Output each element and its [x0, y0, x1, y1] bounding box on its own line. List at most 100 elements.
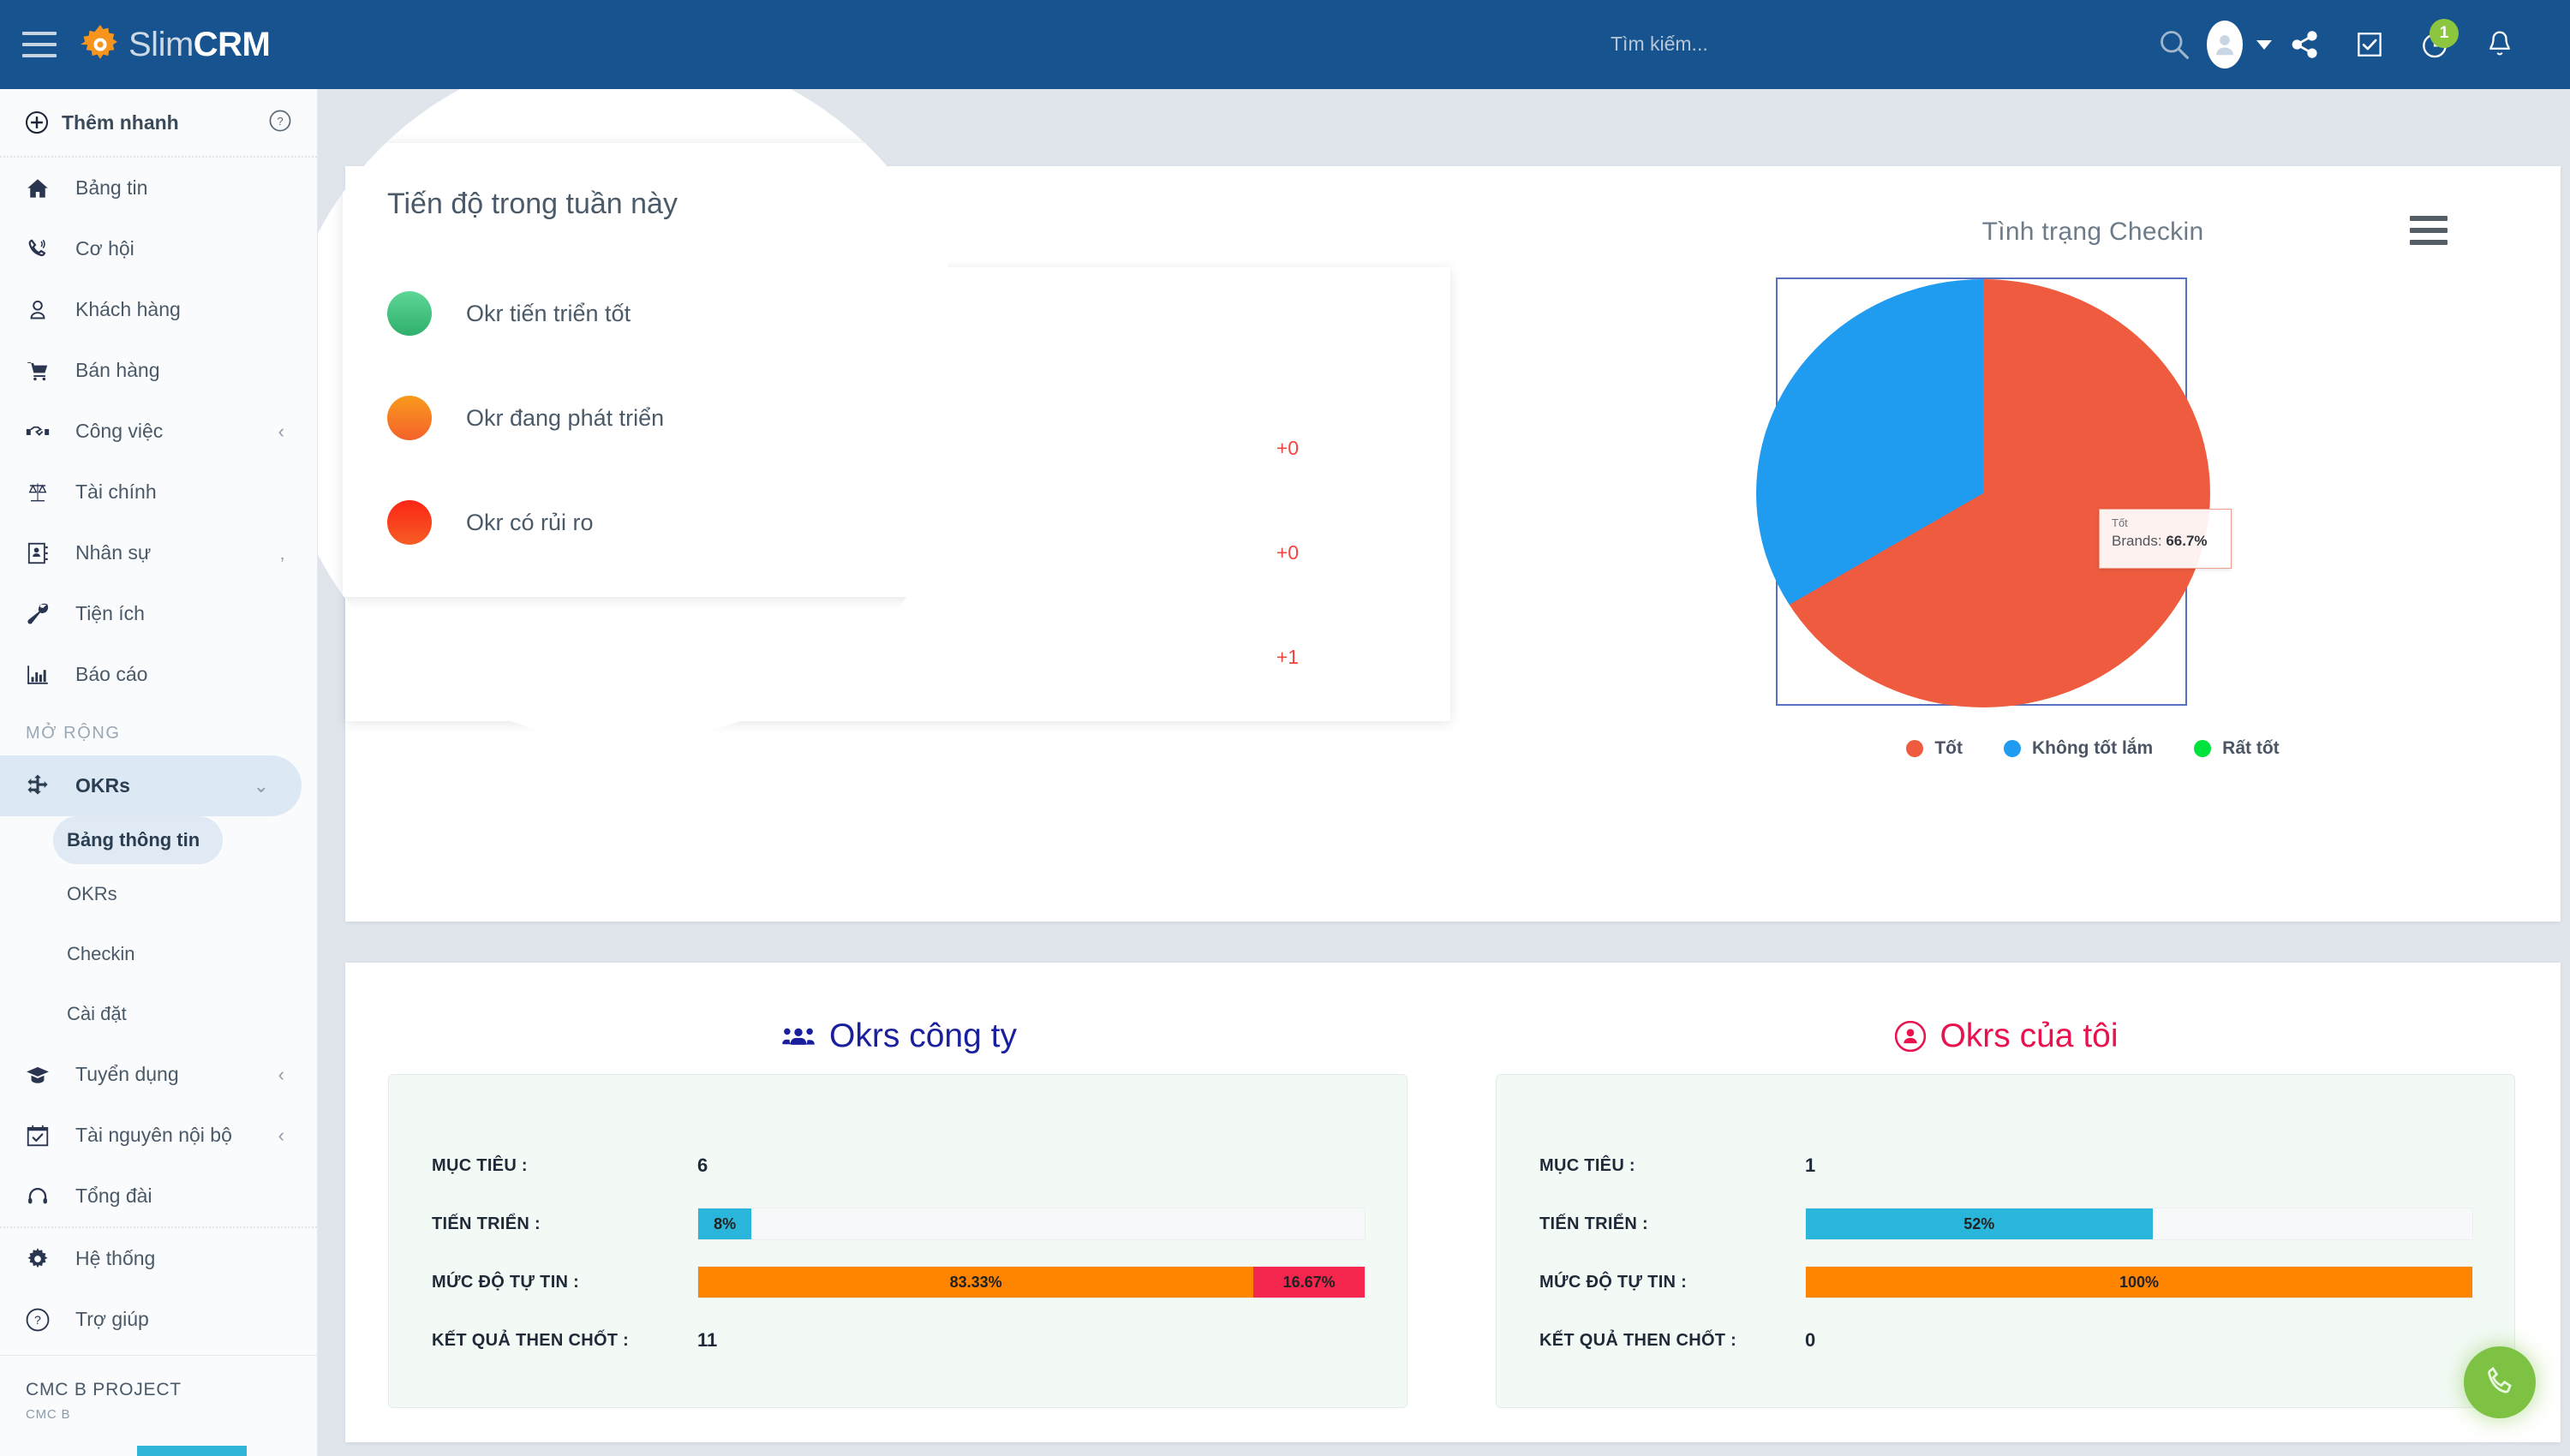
svg-text:?: ? — [34, 1314, 41, 1328]
timer-icon[interactable]: 1 — [2402, 0, 2467, 89]
sidebar-item-label: Tuyển dụng — [75, 1063, 179, 1086]
sidebar-subitem-cài-đặt[interactable]: Cài đặt — [0, 984, 317, 1044]
brand-text-bold: CRM — [194, 26, 271, 63]
sidebar-item-tuyển-dụng[interactable]: Tuyển dụng ‹ — [0, 1044, 317, 1105]
menu-toggle-icon[interactable] — [22, 32, 57, 57]
pie-chart[interactable] — [1756, 279, 2210, 707]
sidebar-item-okrs-label: OKRs — [75, 774, 130, 797]
wrench-icon — [26, 602, 63, 626]
legend-item[interactable]: Rất tốt — [2194, 738, 2280, 759]
okrs-company-header: Okrs công ty — [345, 963, 1453, 1055]
search-placeholder: Tìm kiếm... — [1611, 33, 1708, 55]
phone-volume-icon — [26, 237, 63, 261]
sidebar-item-tài-chính[interactable]: Tài chính — [0, 462, 317, 522]
legend-item[interactable]: Tốt — [1906, 738, 1963, 759]
checkin-status-chart-card: Tình trạng Checkin Tốt Brands: 66.7% Tốt… — [1656, 183, 2530, 894]
sidebar-item-khách-hàng[interactable]: Khách hàng — [0, 279, 317, 340]
sidebar-item-tổng-đài[interactable]: Tổng đài — [0, 1166, 317, 1226]
sidebar-item-bán-hàng[interactable]: Bán hàng — [0, 340, 317, 401]
okr-metric-row: MỤC TIÊU :6 — [389, 1137, 1407, 1195]
notification-badge: 1 — [2430, 19, 2459, 48]
search-input[interactable]: Tìm kiếm... — [1611, 33, 1708, 56]
bottom-progress-bar — [137, 1446, 247, 1456]
okr-metric-row: TIẾN TRIỂN :52% — [1497, 1195, 2514, 1253]
okr-progress-segment: 52% — [1806, 1208, 2153, 1239]
share-icon[interactable] — [2272, 0, 2337, 89]
task-checkbox-icon[interactable] — [2337, 0, 2402, 89]
sidebar-subitem-label: OKRs — [67, 883, 117, 905]
floating-call-button[interactable] — [2464, 1346, 2536, 1418]
sidebar-item-label: Bảng tin — [75, 176, 147, 200]
okr-progress-bar: 8% — [697, 1208, 1366, 1240]
top-bar: SlimCRM Tìm kiếm... — [0, 0, 2570, 89]
sidebar-subitem-checkin[interactable]: Checkin — [0, 924, 317, 984]
progress-row-delta: +0 — [1133, 500, 1442, 605]
graduation-cap-icon — [26, 1063, 63, 1087]
search-icon[interactable] — [2142, 0, 2207, 89]
tooltip-percent: 66.7% — [2166, 533, 2207, 549]
legend-label: Tốt — [1934, 738, 1963, 759]
okr-metric-value: 1 — [1805, 1155, 1815, 1177]
user-icon — [26, 298, 63, 322]
tooltip-series: Tốt — [2112, 516, 2220, 529]
okr-metric-key: MỨC ĐỘ TỰ TIN : — [1539, 1273, 1805, 1292]
sidebar-subitem-bảng-thông-tin[interactable]: Bảng thông tin — [53, 816, 223, 864]
sidebar-footer: CMC B PROJECT CMC B — [0, 1355, 317, 1456]
okrs-company-rows: MỤC TIÊU :6TIẾN TRIỂN :8%MỨC ĐỘ TỰ TIN :… — [389, 1075, 1407, 1369]
sidebar-item-tài-nguyên-nội-bộ[interactable]: Tài nguyên nội bộ‹ — [0, 1105, 317, 1166]
okr-metric-row: MỨC ĐỘ TỰ TIN :83.33%16.67% — [389, 1253, 1407, 1311]
sidebar-item-tiện-ích[interactable]: Tiện ích — [0, 583, 317, 644]
okr-metric-row: MỨC ĐỘ TỰ TIN :100% — [1497, 1253, 2514, 1311]
sidebar-item-bảng-tin[interactable]: Bảng tin — [0, 158, 317, 218]
brand-logo[interactable]: SlimCRM — [81, 25, 270, 64]
chevron-left-icon: ‹ — [278, 1064, 284, 1086]
okrs-company-column: Okrs công ty MỤC TIÊU :6TIẾN TRIỂN :8%MỨ… — [345, 963, 1453, 1442]
headset-icon — [26, 1184, 63, 1208]
sidebar-nav-primary: Bảng tin Cơ hội Khách hàng Bán hàngCông việ… — [0, 158, 317, 705]
progress-row-delta: +0 — [1133, 396, 1442, 500]
sidebar-subitem-okrs[interactable]: OKRs — [0, 864, 317, 924]
sidebar-item-label: Báo cáo — [75, 663, 147, 686]
okr-metric-key: KẾT QUẢ THEN CHỐT : — [1539, 1331, 1805, 1351]
users-icon — [781, 1023, 816, 1049]
legend-item[interactable]: Không tốt lắm — [2004, 738, 2153, 759]
avatar[interactable] — [2207, 0, 2272, 89]
phone-icon — [2482, 1364, 2518, 1400]
sidebar-item-label: Nhân sự — [75, 541, 151, 564]
sidebar-item-label: Cơ hội — [75, 237, 134, 260]
okr-progress-bar: 100% — [1805, 1266, 2473, 1298]
user-circle-icon — [1895, 1021, 1926, 1052]
onboarding-spotlight: Tiến độ trong tuần này Okr tiến triển tố… — [278, 47, 972, 741]
sidebar-item-cơ-hội[interactable]: Cơ hội — [0, 218, 317, 279]
sidebar-item-trợ-giúp[interactable]: ?Trợ giúp — [0, 1289, 317, 1350]
quick-add-button[interactable]: Thêm nhanh ? — [0, 89, 317, 156]
sidebar-item-label: Khách hàng — [75, 298, 181, 321]
progress-row-delta: +1 — [1133, 605, 1442, 709]
help-icon[interactable]: ? — [269, 110, 291, 136]
okrs-mine-column: Okrs của tôi MỤC TIÊU :1TIẾN TRIỂN :52%M… — [1453, 963, 2561, 1442]
sidebar-item-nhân-sự[interactable]: Nhân sự‚ — [0, 522, 317, 583]
sidebar-item-công-việc[interactable]: Công việc‹ — [0, 401, 317, 462]
okr-metric-row: KẾT QUẢ THEN CHỐT :11 — [389, 1311, 1407, 1369]
sidebar-item-okrs[interactable]: OKRs ⌄ — [0, 755, 302, 816]
legend-dot — [2194, 740, 2211, 757]
question-circle-icon: ? — [26, 1308, 63, 1332]
legend-dot — [2004, 740, 2021, 757]
footer-project-name: CMC B PROJECT — [26, 1380, 317, 1400]
svg-text:?: ? — [277, 114, 283, 127]
okr-metric-key: MỤC TIÊU : — [1539, 1156, 1805, 1176]
sidebar-okrs-submenu: Bảng thông tin OKRs CheckinCài đặt — [0, 816, 317, 1044]
okrs-mine-title: Okrs của tôi — [1939, 1017, 2118, 1055]
bar-chart-icon — [26, 663, 63, 687]
sidebar-nav-secondary: Tuyển dụng ‹ Tài nguyên nội bộ‹Tổng đài — [0, 1044, 317, 1226]
sidebar-item-báo-cáo[interactable]: Báo cáo — [0, 644, 317, 705]
sidebar-item-label: Tiện ích — [75, 602, 145, 625]
sidebar-item-hệ-thống[interactable]: Hệ thống — [0, 1228, 317, 1289]
okrs-summary-panel: Okrs công ty MỤC TIÊU :6TIẾN TRIỂN :8%MỨ… — [345, 963, 2561, 1442]
legend-label: Không tốt lắm — [2032, 738, 2153, 759]
gear-icon — [81, 25, 120, 64]
hamburger-menu-icon[interactable] — [2410, 216, 2447, 245]
chart-legend: Tốt Không tốt lắm Rất tốt — [1656, 738, 2530, 759]
bell-icon[interactable] — [2467, 0, 2532, 89]
quick-add-label: Thêm nhanh — [62, 111, 179, 134]
